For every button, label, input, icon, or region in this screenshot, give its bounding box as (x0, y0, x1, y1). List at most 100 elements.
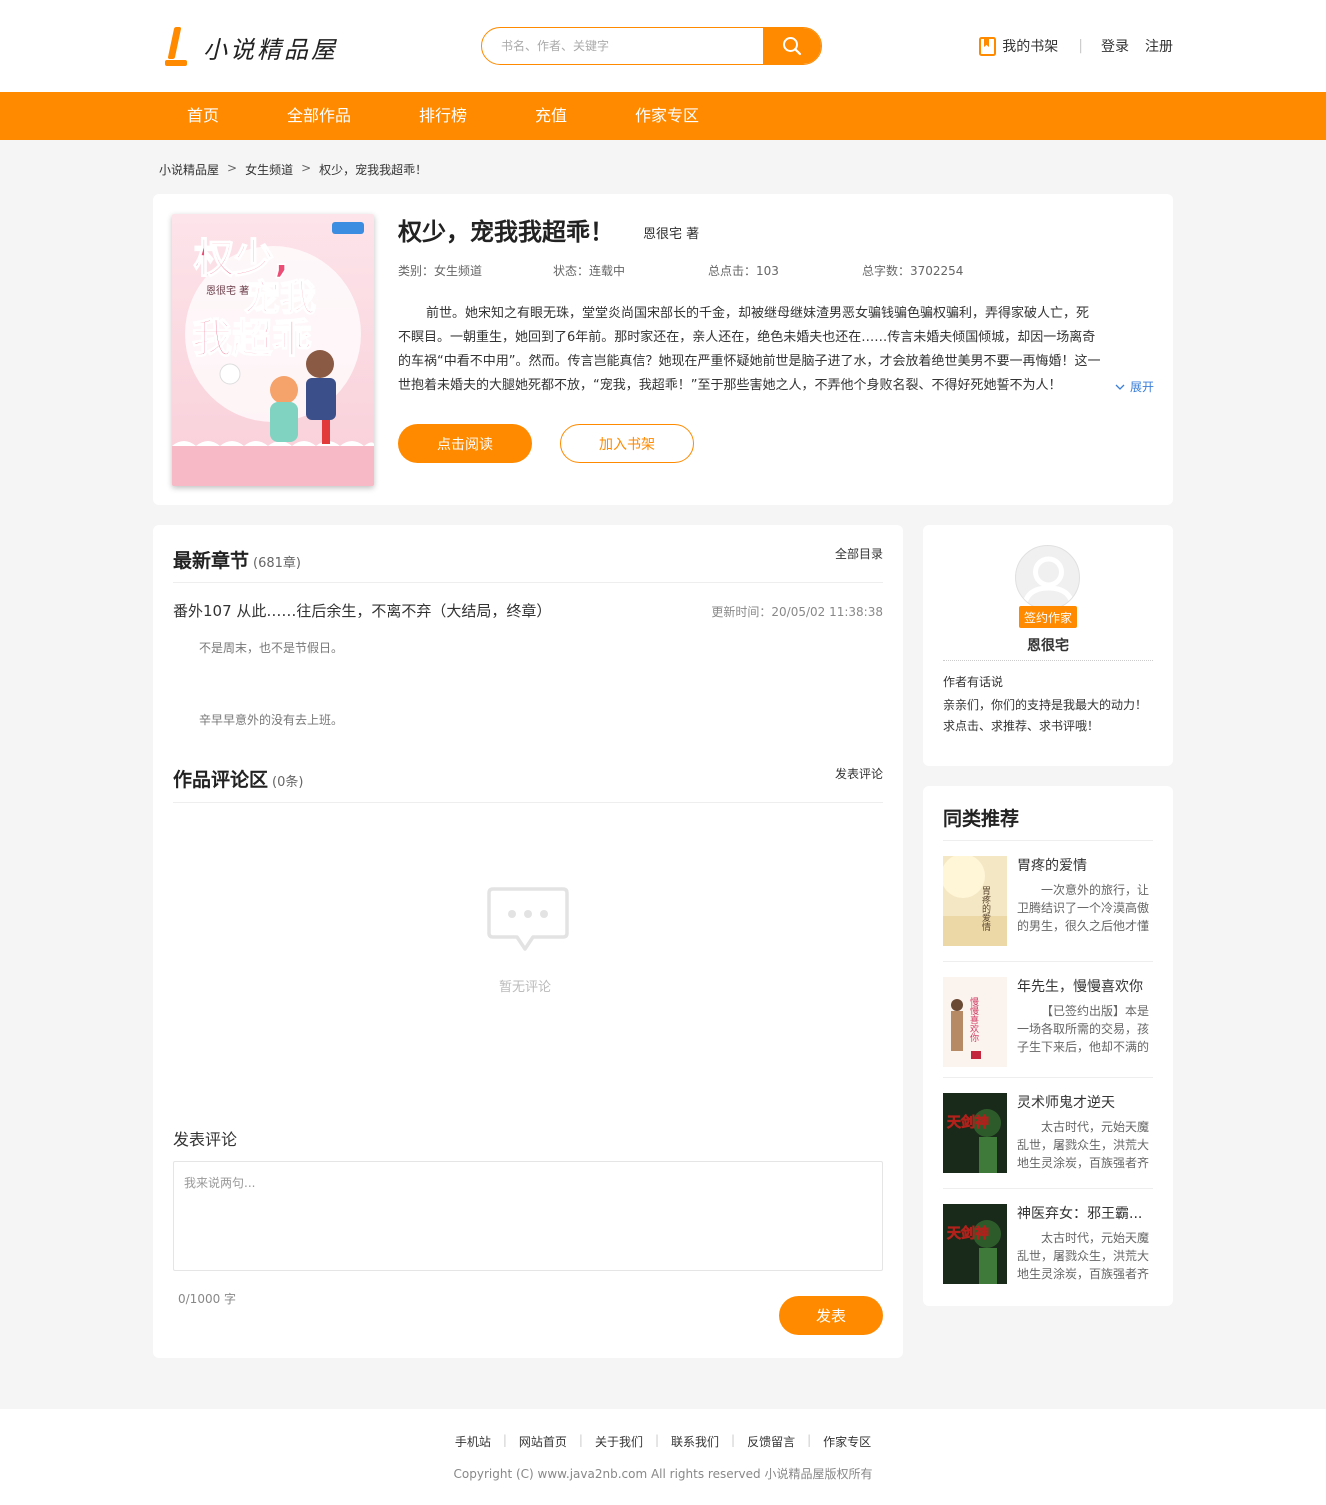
logo-mark-icon (163, 27, 189, 67)
recommend-desc: 一次意外的旅行，让卫腾结识了一个冷漠高傲的男生，很久之后他才懂 (1017, 883, 1150, 933)
breadcrumb-home[interactable]: 小说精品屋 (159, 161, 219, 178)
bookshelf-link[interactable]: 我的书架 (979, 36, 1058, 56)
recommend-cover: 胃疼的爱情 (943, 856, 1007, 946)
all-chapters-link[interactable]: 全部目录 (835, 545, 883, 562)
book-clicks: 总点击：103 (708, 264, 779, 278)
search-bar (481, 27, 822, 65)
nav-item-home[interactable]: 首页 (187, 92, 219, 140)
recommend-cover-text: 胃疼的爱情 (980, 886, 991, 932)
footer-link-author-zone[interactable]: 作家专区 (823, 1433, 871, 1450)
footer-link-mobile[interactable]: 手机站 (455, 1433, 491, 1450)
latest-chapter-title[interactable]: 番外107 从此……往后余生，不离不弃（大结局，终章） (173, 600, 551, 621)
post-comment-link[interactable]: 发表评论 (835, 765, 883, 782)
add-to-shelf-button[interactable]: 加入书架 (560, 424, 694, 463)
cover-title-line2: 宠我 (244, 278, 316, 319)
nav-item-recharge[interactable]: 充值 (535, 92, 567, 140)
author-card: 签约作家 恩很宅 作者有话说 亲亲们，你们的支持是我最大的动力！求点击、求推荐、… (923, 525, 1173, 766)
author-divider (943, 660, 1153, 661)
footer-separator: | (502, 1433, 507, 1447)
search-input[interactable] (482, 28, 764, 64)
latest-chapters-heading: 最新章节 (681章) (173, 546, 301, 573)
book-author[interactable]: 恩很宅 著 (643, 223, 699, 242)
author-note: 亲亲们，你们的支持是我最大的动力！求点击、求推荐、求书评哦！ (943, 698, 1148, 733)
bookshelf-icon (979, 36, 997, 56)
recommend-name: 灵术师鬼才逆天 (1017, 1095, 1115, 1111)
chapters-and-comments-card: 最新章节 (681章) 全部目录 番外107 从此……往后余生，不离不弃（大结局，… (153, 525, 903, 1358)
footer-links: 手机站 | 网站首页 | 关于我们 | 联系我们 | 反馈留言 | 作家专区 (0, 1433, 1326, 1450)
breadcrumb: 小说精品屋 > 女生频道 > 权少，宠我我超乖！ (159, 161, 427, 178)
intro-expand-link[interactable]: 展开 (1111, 378, 1155, 395)
footer-link-contact[interactable]: 联系我们 (671, 1433, 719, 1450)
recommend-separator (943, 961, 1153, 962)
section-divider (173, 582, 883, 583)
comments-count: (0条) (272, 775, 304, 790)
bookshelf-label: 我的书架 (1002, 39, 1059, 55)
chapter-preview-line: 不是周末，也不是节假日。 (199, 641, 344, 655)
submit-comment-button[interactable]: 发表 (779, 1296, 883, 1335)
breadcrumb-separator: > (227, 161, 238, 175)
avatar-placeholder-icon (1021, 556, 1076, 609)
author-note-label: 作者有话说 (943, 675, 1004, 689)
author-name[interactable]: 恩很宅 (923, 635, 1173, 655)
cover-title-line1: 权少, (193, 236, 289, 282)
login-link[interactable]: 登录 (1101, 36, 1129, 56)
recommend-desc: 太古时代，元始天魔乱世，屠戮众生，洪荒大地生灵涂炭，百族强者齐 (1017, 1120, 1150, 1170)
register-link[interactable]: 注册 (1145, 36, 1173, 56)
recommend-desc: 【已签约出版】本是一场各取所需的交易，孩子生下来后，他却不满的 (1017, 1004, 1150, 1054)
cover-author: 恩很宅 著 (206, 284, 249, 297)
recommend-desc: 太古时代，元始天魔乱世，屠戮众生，洪荒大地生灵涂炭，百族强者齐 (1017, 1231, 1150, 1281)
recommend-name: 神医弃女：邪王霸... (1017, 1206, 1143, 1222)
recommend-item[interactable]: 慢慢喜欢你 年先生，慢慢喜欢你 【已签约出版】本是一场各取所需的交易，孩子生下来… (943, 977, 1153, 1072)
author-avatar[interactable] (1015, 545, 1080, 610)
comments-title: 作品评论区 (173, 769, 269, 791)
footer-separator: | (654, 1433, 660, 1447)
read-button[interactable]: 点击阅读 (398, 424, 532, 463)
comment-form-label: 发表评论 (173, 1130, 238, 1149)
breadcrumb-separator: > (301, 161, 312, 175)
breadcrumb-channel[interactable]: 女生频道 (245, 161, 293, 178)
recommend-divider (943, 840, 1153, 841)
recommend-cover: 天剑神 (943, 1204, 1007, 1294)
site-footer: 手机站 | 网站首页 | 关于我们 | 联系我们 | 反馈留言 | 作家专区 C… (0, 1409, 1326, 1505)
search-button[interactable] (763, 28, 821, 64)
book-status: 状态：连载中 (553, 264, 626, 278)
book-word-count: 总字数：3702254 (862, 264, 964, 278)
nav-item-author-zone[interactable]: 作家专区 (635, 92, 699, 140)
recommend-card: 同类推荐 胃疼的爱情 胃疼的爱情 一次意外的旅行，让卫腾结识了一个冷漠高傲的男生… (923, 786, 1173, 1306)
signed-author-badge: 签约作家 (1019, 606, 1077, 628)
section-divider (173, 802, 883, 803)
breadcrumb-current: 权少，宠我我超乖！ (319, 163, 428, 177)
footer-link-home[interactable]: 网站首页 (519, 1433, 567, 1450)
header-user-links: 我的书架 | 登录 注册 (979, 36, 1173, 56)
copyright-text: Copyright (C) www.java2nb.com All rights… (453, 1467, 873, 1481)
footer-separator: | (731, 1433, 736, 1447)
recommend-item[interactable]: 胃疼的爱情 胃疼的爱情 一次意外的旅行，让卫腾结识了一个冷漠高傲的男生，很久之后… (943, 856, 1153, 951)
site-logo[interactable]: 小说精品屋 (163, 26, 338, 68)
book-cover[interactable]: 权少, 宠我 我超乖 恩很宅 著 (172, 214, 374, 486)
recommend-cover-text: 慢慢喜欢你 (968, 996, 979, 1042)
comment-textarea[interactable] (173, 1161, 883, 1271)
site-header: 小说精品屋 我的书架 | 登录 注册 (0, 0, 1326, 92)
chapter-preview-line: 辛早早意外的没有去上班。 (199, 713, 344, 727)
recommend-title: 同类推荐 (943, 808, 1020, 830)
nav-item-all-works[interactable]: 全部作品 (287, 92, 351, 140)
logo-text: 小说精品屋 (203, 35, 338, 64)
recommend-item[interactable]: 天剑神 神医弃女：邪王霸... 太古时代，元始天魔乱世，屠戮众生，洪荒大地生灵涂… (943, 1204, 1153, 1299)
footer-link-feedback[interactable]: 反馈留言 (747, 1433, 795, 1450)
nav-item-ranking[interactable]: 排行榜 (419, 92, 467, 140)
latest-chapter-update-time: 更新时间：20/05/02 11:38:38 (711, 605, 883, 619)
latest-chapters-title: 最新章节 (173, 550, 250, 572)
recommend-cover-text: 天剑神 (947, 1114, 989, 1131)
recommend-cover-text: 天剑神 (947, 1225, 989, 1242)
comment-bubble-icon (487, 887, 569, 951)
recommend-name: 年先生，慢慢喜欢你 (1017, 979, 1143, 995)
latest-chapters-count: (681章) (253, 556, 301, 571)
no-comments-text: 暂无评论 (499, 980, 552, 995)
recommend-cover: 慢慢喜欢你 (943, 977, 1007, 1067)
footer-link-about[interactable]: 关于我们 (595, 1433, 643, 1450)
chevron-down-icon (1115, 384, 1125, 390)
recommend-separator (943, 1077, 1153, 1078)
main-nav: 首页 全部作品 排行榜 充值 作家专区 (0, 92, 1326, 140)
cover-title-line3: 我超乖 (192, 316, 312, 362)
recommend-item[interactable]: 天剑神 灵术师鬼才逆天 太古时代，元始天魔乱世，屠戮众生，洪荒大地生灵涂炭，百族… (943, 1093, 1153, 1188)
